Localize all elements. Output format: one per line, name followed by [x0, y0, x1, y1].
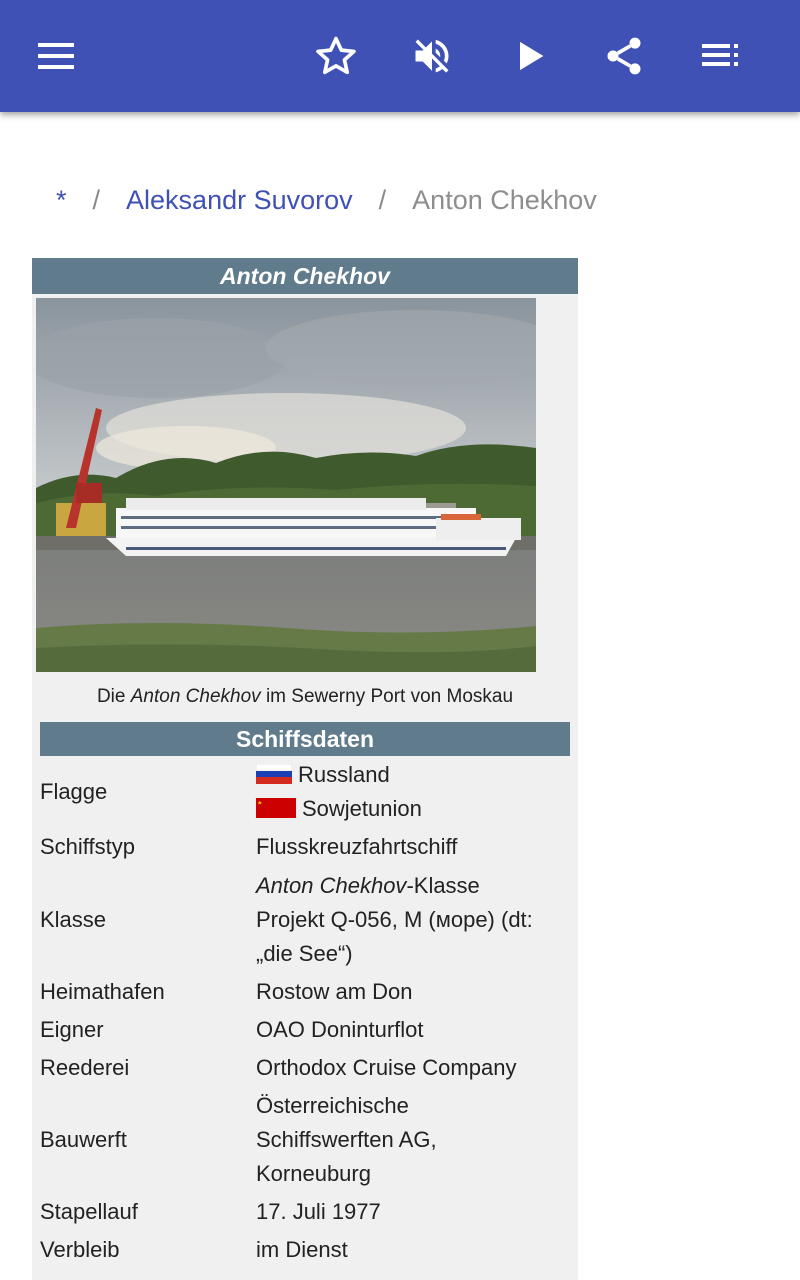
value-bauwerft[interactable]: Österreichische Schiffswerften AG, Korne… [256, 1089, 576, 1191]
label-verbleib: Verbleib [40, 1237, 120, 1262]
value-klasse: Anton Chekhov-Klasse Projekt Q-056, M (м… [256, 869, 576, 971]
breadcrumb: * / Aleksandr Suvorov / Anton Chekhov [56, 180, 597, 220]
menu-button[interactable] [28, 28, 84, 84]
flag-russland-entry: Russland [256, 758, 576, 792]
klasse-suffix: -Klasse [406, 873, 480, 898]
label-stapellauf: Stapellauf [40, 1199, 138, 1224]
klasse-line-1: Anton Chekhov-Klasse [256, 869, 576, 903]
caption-ship-name[interactable]: Anton Chekhov [131, 686, 261, 707]
infobox-title: Anton Chekhov [32, 258, 578, 294]
value-eigner: OAO Doninturflot [256, 1017, 424, 1042]
breadcrumb-separator: / [92, 184, 101, 215]
row-eigner: Eigner OAO Doninturflot [40, 1013, 570, 1047]
row-verbleib: Verbleib im Dienst [40, 1233, 570, 1267]
star-outline-icon [316, 36, 356, 75]
value-stapellauf: 17. Juli 1977 [256, 1199, 381, 1224]
caption-prefix: Die [96, 686, 131, 707]
section-header-schiffsdaten: Schiffsdaten [40, 722, 570, 756]
value-schiffstyp[interactable]: Flusskreuzfahrtschiff [256, 830, 576, 864]
caption-suffix: im Sewerny Port von Moskau [260, 686, 514, 707]
value-heimathafen[interactable]: Rostow am Don [256, 975, 576, 1009]
flag-sowjetunion-entry: Sowjetunion [256, 792, 576, 826]
breadcrumb-parent-link[interactable]: Aleksandr Suvorov [126, 185, 353, 216]
row-bauwerft: Bauwerft Österreichische Schiffswerften … [40, 1089, 570, 1191]
app-toolbar [0, 0, 800, 112]
label-heimathafen: Heimathafen [40, 979, 165, 1004]
play-button[interactable] [502, 28, 558, 84]
mute-button[interactable] [404, 28, 460, 84]
value-flagge: Russland Sowjetunion [256, 758, 576, 826]
breadcrumb-separator: / [378, 184, 387, 215]
label-bauwerft: Bauwerft [40, 1127, 127, 1152]
row-heimathafen: Heimathafen Rostow am Don [40, 975, 570, 1009]
bauwerft-line-2: Schiffswerften AG, [256, 1127, 437, 1152]
favorite-button[interactable] [308, 28, 364, 84]
play-icon [520, 41, 544, 71]
label-flagge: Flagge [40, 779, 108, 804]
klasse-line-3: „die See“) [256, 941, 353, 966]
ship-photo[interactable] [36, 298, 536, 672]
bauwerft-line-1: Österreichische [256, 1093, 409, 1118]
value-verbleib: im Dienst [256, 1237, 348, 1262]
contents-button[interactable] [692, 28, 748, 84]
ship-infobox: Anton Chekhov Die Anton Chekhov im Sewer… [32, 258, 578, 1280]
row-flagge: Flagge Russland Sowjetunion [40, 758, 570, 826]
label-reederei: Reederei [40, 1055, 130, 1080]
row-stapellauf: Stapellauf 17. Juli 1977 [40, 1195, 570, 1229]
ship-photo-illustration [36, 298, 536, 672]
label-klasse: Klasse [40, 907, 107, 932]
breadcrumb-current: Anton Chekhov [412, 184, 597, 215]
row-schiffstyp: Schiffstyp Flusskreuzfahrtschiff [40, 830, 570, 864]
value-reederei: Orthodox Cruise Company [256, 1055, 517, 1080]
flagge-sowjetunion[interactable]: Sowjetunion [302, 796, 422, 821]
bauwerft-line-3: Korneuburg [256, 1161, 371, 1186]
klasse-ship-name[interactable]: Anton Chekhov [256, 873, 406, 898]
flagge-russland[interactable]: Russland [298, 762, 390, 787]
breadcrumb-home-link[interactable]: * [56, 185, 67, 216]
playlist-icon [702, 44, 738, 66]
row-reederei: Reederei Orthodox Cruise Company [40, 1051, 570, 1085]
share-button[interactable] [596, 28, 652, 84]
russia-flag-icon [256, 764, 292, 784]
ussr-flag-icon [256, 798, 296, 818]
menu-icon [38, 43, 74, 69]
share-icon [607, 37, 641, 75]
volume-off-icon [415, 39, 449, 73]
label-schiffstyp: Schiffstyp [40, 834, 135, 859]
label-eigner: Eigner [40, 1017, 104, 1042]
klasse-line-2: Projekt Q-056, M (море) (dt: [256, 907, 533, 932]
row-klasse: Klasse Anton Chekhov-Klasse Projekt Q-05… [40, 869, 570, 971]
photo-caption: Die Anton Chekhov im Sewerny Port von Mo… [32, 686, 578, 708]
